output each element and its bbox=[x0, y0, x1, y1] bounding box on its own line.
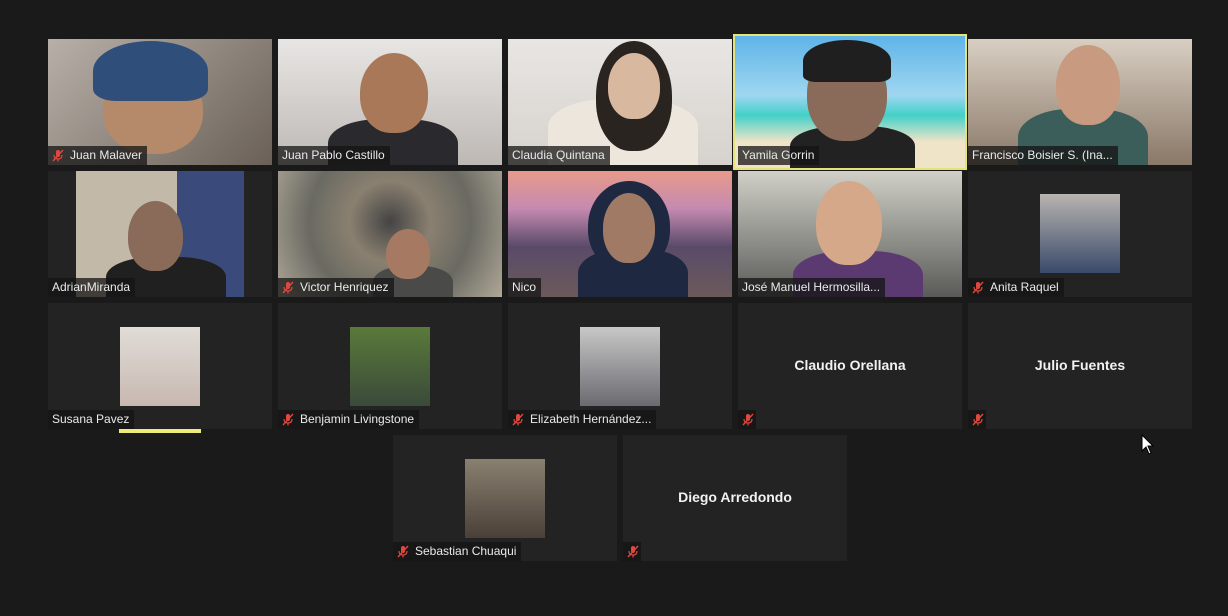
participant-tile-claudia-quintana[interactable]: Claudia Quintana bbox=[508, 39, 732, 165]
participant-name-label bbox=[968, 410, 986, 429]
participant-tile-juan-malaver[interactable]: Juan Malaver bbox=[48, 39, 272, 165]
profile-picture bbox=[350, 327, 430, 406]
person-head bbox=[128, 201, 183, 271]
participant-name-label: Victor Henriquez bbox=[278, 278, 394, 297]
participant-tile-diego-arredondo[interactable]: Diego Arredondo bbox=[623, 435, 847, 561]
participant-tile-anita-raquel[interactable]: Anita Raquel bbox=[968, 171, 1192, 297]
participant-name: Juan Malaver bbox=[70, 148, 143, 162]
participant-name-label: Benjamin Livingstone bbox=[278, 410, 420, 429]
mic-muted-icon bbox=[282, 281, 294, 294]
participant-name-label: Juan Malaver bbox=[48, 146, 148, 165]
participant-name-label: José Manuel Hermosilla... bbox=[738, 278, 886, 297]
mic-muted-icon bbox=[627, 545, 639, 558]
mic-muted-icon bbox=[972, 281, 984, 294]
mic-muted-icon bbox=[512, 413, 524, 426]
participant-tile-francisco-boisier[interactable]: Francisco Boisier S. (Ina... bbox=[968, 39, 1192, 165]
profile-picture bbox=[120, 327, 200, 406]
participant-tile-julio-fuentes[interactable]: Julio Fuentes bbox=[968, 303, 1192, 429]
participant-name-label: Francisco Boisier S. (Ina... bbox=[968, 146, 1118, 165]
participant-name-label bbox=[738, 410, 756, 429]
participant-name: Susana Pavez bbox=[52, 412, 130, 426]
mic-muted-icon bbox=[397, 545, 409, 558]
person-head bbox=[1056, 45, 1120, 125]
participant-name: Benjamin Livingstone bbox=[300, 412, 415, 426]
beanie-hat bbox=[803, 40, 891, 82]
participant-tile-victor-henriquez[interactable]: Victor Henriquez bbox=[278, 171, 502, 297]
participant-tile-jose-manuel-hermosilla[interactable]: José Manuel Hermosilla... bbox=[738, 171, 962, 297]
profile-picture bbox=[580, 327, 660, 406]
participant-name: Nico bbox=[512, 280, 537, 294]
participant-name: AdrianMiranda bbox=[52, 280, 131, 294]
participant-name-label: Anita Raquel bbox=[968, 278, 1064, 297]
participant-name-label: Claudia Quintana bbox=[508, 146, 610, 165]
participant-display-name: Claudio Orellana bbox=[794, 357, 906, 373]
participant-tile-elizabeth-hernandez[interactable]: Elizabeth Hernández... bbox=[508, 303, 732, 429]
mouse-cursor-icon bbox=[1141, 434, 1155, 455]
participant-name-label: AdrianMiranda bbox=[48, 278, 136, 297]
participant-name: Sebastian Chuaqui bbox=[415, 544, 517, 558]
participant-name-label: Elizabeth Hernández... bbox=[508, 410, 657, 429]
participant-name-label: Susana Pavez bbox=[48, 410, 135, 429]
participant-tile-benjamin-livingstone[interactable]: Benjamin Livingstone bbox=[278, 303, 502, 429]
participant-tile-yamila-gorrin[interactable]: Yamila Gorrin bbox=[733, 34, 967, 170]
participant-name: Anita Raquel bbox=[990, 280, 1059, 294]
participant-name-label: Nico bbox=[508, 278, 542, 297]
participant-name-label: Sebastian Chuaqui bbox=[393, 542, 522, 561]
profile-picture bbox=[465, 459, 545, 538]
participant-name: Elizabeth Hernández... bbox=[530, 412, 652, 426]
mic-muted-icon bbox=[972, 413, 984, 426]
participant-name-label: Juan Pablo Castillo bbox=[278, 146, 390, 165]
person-head bbox=[603, 193, 655, 263]
participant-name-label: Yamila Gorrin bbox=[738, 146, 820, 165]
participant-tile-susana-pavez[interactable]: Susana Pavez bbox=[48, 303, 272, 429]
participant-name: Yamila Gorrin bbox=[742, 148, 815, 162]
person-head bbox=[608, 53, 660, 119]
mic-muted-icon bbox=[742, 413, 754, 426]
participant-name: Claudia Quintana bbox=[512, 148, 605, 162]
participant-display-name: Julio Fuentes bbox=[1034, 357, 1126, 373]
participant-tile-adrian-miranda[interactable]: AdrianMiranda bbox=[48, 171, 272, 297]
participant-name: José Manuel Hermosilla... bbox=[742, 280, 881, 294]
mic-muted-icon bbox=[52, 149, 64, 162]
participant-name: Juan Pablo Castillo bbox=[282, 148, 385, 162]
participant-tile-claudio-orellana[interactable]: Claudio Orellana bbox=[738, 303, 962, 429]
profile-picture bbox=[1040, 194, 1120, 273]
person-head bbox=[816, 181, 882, 265]
participant-tile-juan-pablo-castillo[interactable]: Juan Pablo Castillo bbox=[278, 39, 502, 165]
mic-muted-icon bbox=[282, 413, 294, 426]
beanie-hat bbox=[93, 41, 208, 101]
active-speaker-indicator bbox=[119, 429, 201, 433]
person-head bbox=[386, 229, 430, 279]
participant-name-label bbox=[623, 542, 641, 561]
person-head bbox=[360, 53, 428, 133]
participant-tile-nico[interactable]: Nico bbox=[508, 171, 732, 297]
participant-display-name: Diego Arredondo bbox=[678, 489, 792, 505]
participant-name: Victor Henriquez bbox=[300, 280, 389, 294]
participant-name: Francisco Boisier S. (Ina... bbox=[972, 148, 1113, 162]
participant-tile-sebastian-chuaqui[interactable]: Sebastian Chuaqui bbox=[393, 435, 617, 561]
